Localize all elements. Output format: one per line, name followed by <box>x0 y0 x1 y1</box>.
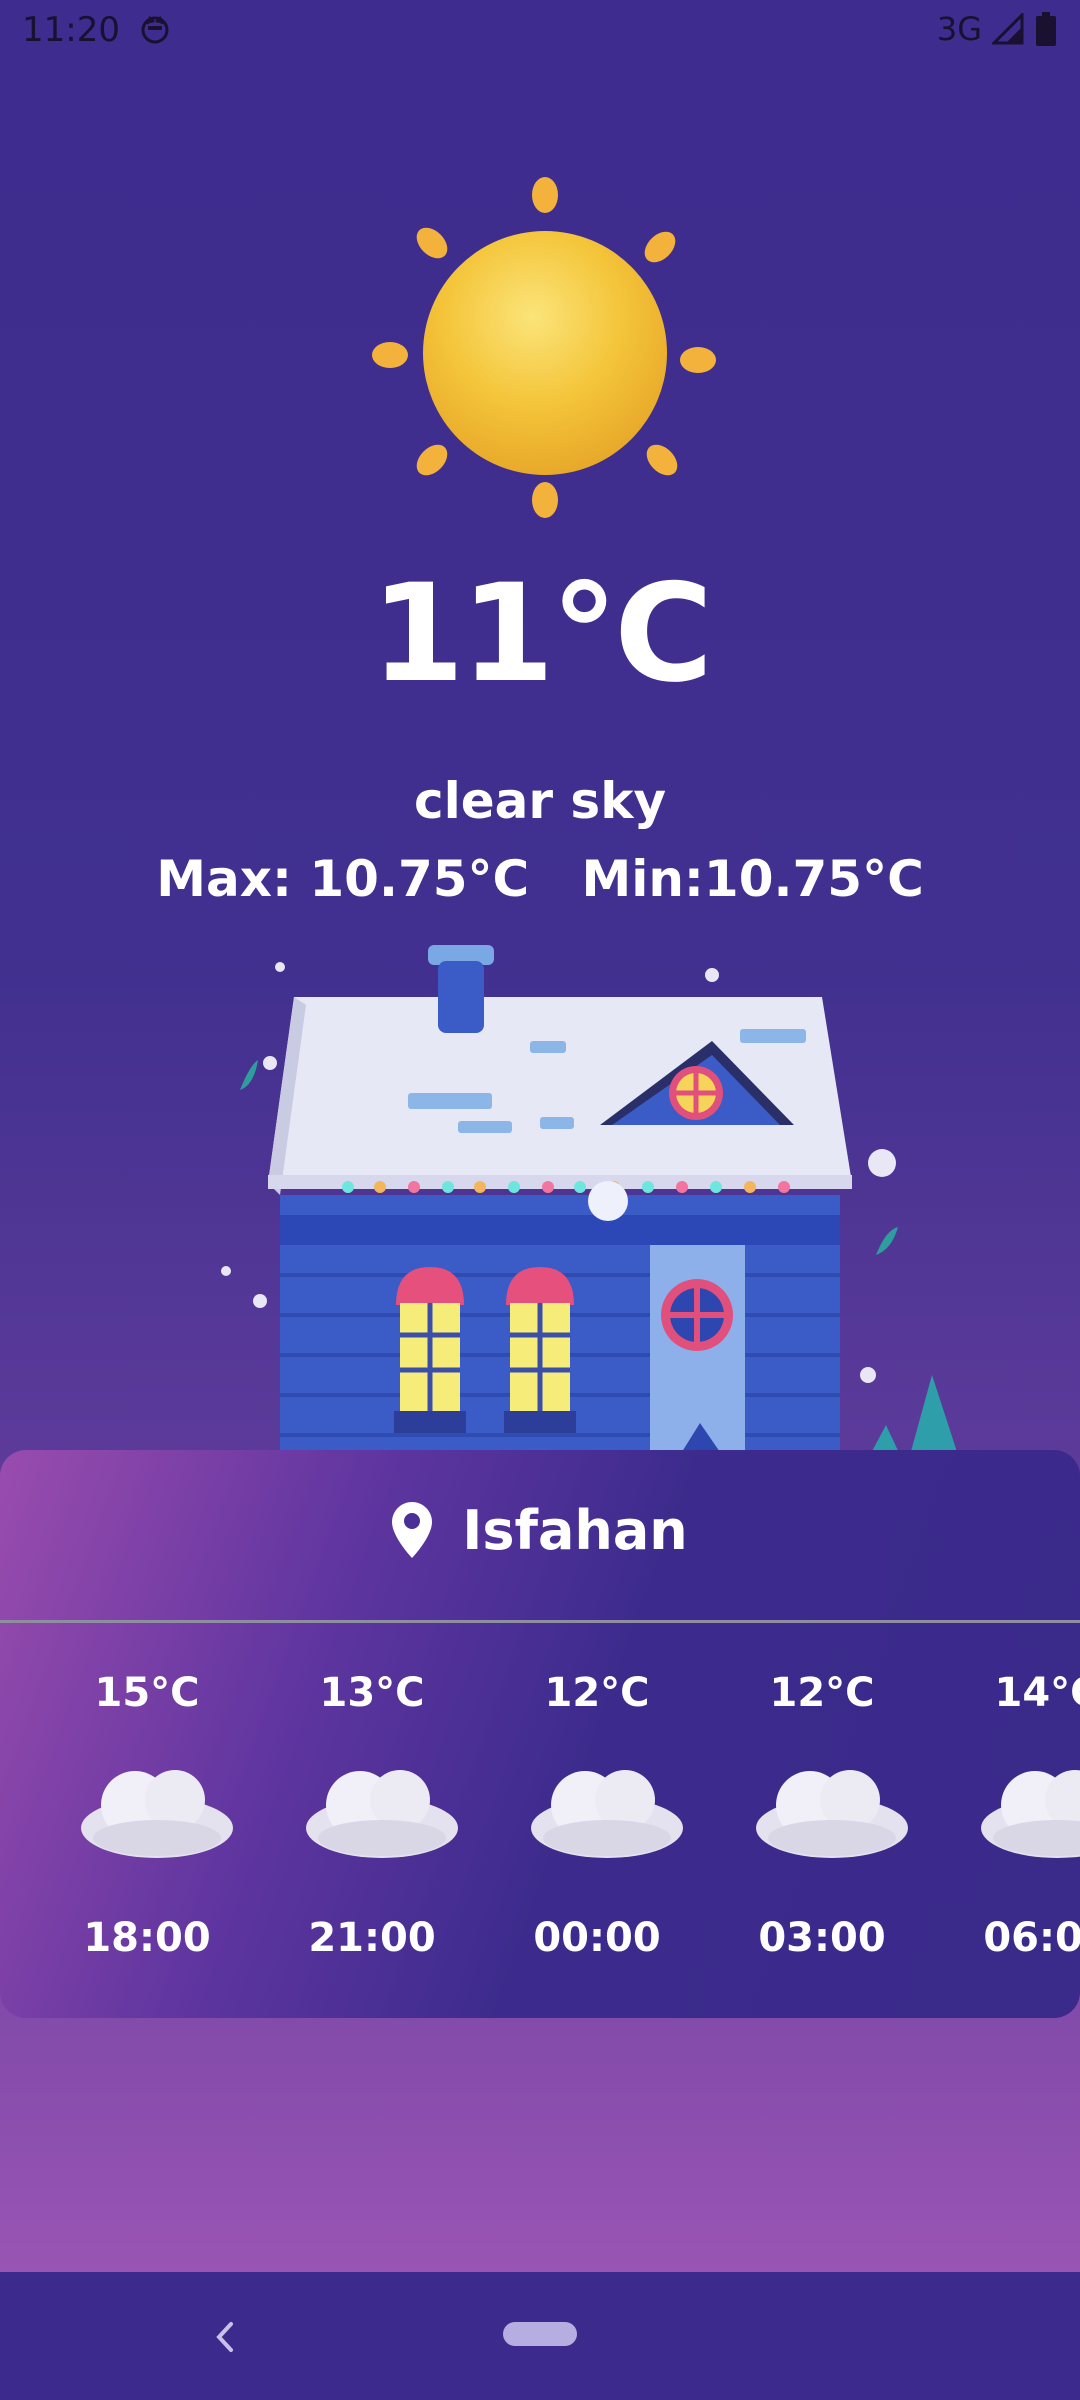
system-nav-bar <box>0 2272 1080 2400</box>
forecast-panel: Isfahan 15°C 18:00 13°C 21:00 12°C 00:00… <box>0 1450 1080 2018</box>
hourly-forecast-list[interactable]: 15°C 18:00 13°C 21:00 12°C 00:00 12°C 03… <box>0 1670 1080 1970</box>
battery-icon <box>1036 12 1056 46</box>
cloud-icon <box>981 1770 1080 1858</box>
status-bar: 11:20 3G <box>0 0 1080 64</box>
forecast-item: 15°C 18:00 <box>47 1670 247 1970</box>
signal-icon <box>992 13 1024 45</box>
status-right: 3G <box>937 10 1056 48</box>
network-label: 3G <box>936 10 982 48</box>
panel-divider <box>0 1620 1080 1623</box>
location-pin-icon <box>392 1502 433 1558</box>
back-chevron-icon[interactable] <box>205 2312 245 2362</box>
sun-icon <box>372 177 716 518</box>
forecast-temp: 14°C <box>994 1670 1080 1716</box>
status-time: 11:20 <box>22 10 120 50</box>
min-max-temperature: Max: 10.75°C Min:10.75°C <box>156 850 924 908</box>
current-temperature: 11°C <box>370 555 713 712</box>
forecast-temp: 12°C <box>544 1670 650 1716</box>
forecast-item: 12°C 00:00 <box>497 1670 697 1970</box>
forecast-time: 06:00 <box>983 1915 1080 1961</box>
cloud-icon <box>756 1770 908 1858</box>
cat-face-icon <box>141 15 169 44</box>
home-pill-icon[interactable] <box>503 2322 577 2346</box>
forecast-temp: 15°C <box>94 1670 200 1716</box>
location-label: Isfahan <box>462 1498 688 1562</box>
cloud-icon <box>81 1770 233 1858</box>
forecast-time: 18:00 <box>83 1915 211 1961</box>
forecast-item: 12°C 03:00 <box>722 1670 922 1970</box>
forecast-temp: 13°C <box>319 1670 425 1716</box>
forecast-time: 21:00 <box>308 1915 436 1961</box>
forecast-time: 03:00 <box>758 1915 886 1961</box>
cloud-icon <box>531 1770 683 1858</box>
forecast-item: 13°C 21:00 <box>272 1670 472 1970</box>
location-header[interactable]: Isfahan <box>0 1490 1080 1570</box>
snowy-house-illustration <box>221 945 958 1455</box>
cloud-icon <box>306 1770 458 1858</box>
forecast-time: 00:00 <box>533 1915 661 1961</box>
forecast-item: 14°C 06:00 <box>947 1670 1080 1970</box>
weather-description: clear sky <box>413 772 667 830</box>
forecast-temp: 12°C <box>769 1670 875 1716</box>
